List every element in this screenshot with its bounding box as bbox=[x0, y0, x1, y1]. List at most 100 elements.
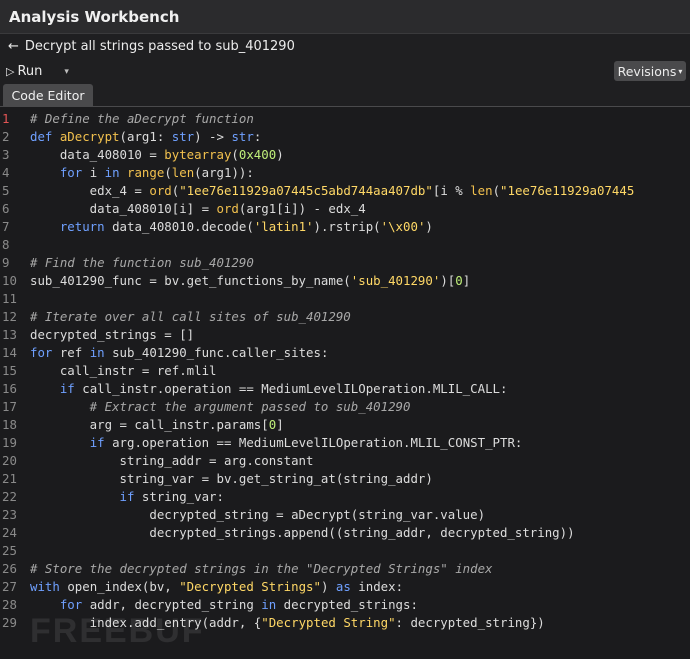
code-line: 10 sub_401290_func = bv.get_functions_by_… bbox=[0, 272, 690, 290]
code-token: edx_4 = bbox=[30, 183, 150, 198]
code-line: 19 if arg.operation == MediumLevelILOper… bbox=[0, 434, 690, 452]
code-text: data_408010[i] = ord(arg1[i]) - edx_4 bbox=[30, 200, 366, 218]
code-text: decrypted_strings = [] bbox=[30, 326, 194, 344]
code-token: index: bbox=[358, 579, 404, 594]
code-line: 24 decrypted_strings.append((string_addr… bbox=[0, 524, 690, 542]
code-token: return bbox=[59, 219, 113, 234]
line-number: 14 bbox=[2, 345, 17, 360]
code-token: decrypted_string = aDecrypt(string_var.v… bbox=[30, 507, 486, 522]
code-token: arg.operation == MediumLevelILOperation.… bbox=[112, 435, 523, 450]
line-number: 17 bbox=[2, 399, 17, 414]
run-options-dropdown-icon[interactable]: ▾ bbox=[64, 67, 69, 77]
code-token: call_instr = ref.mlil bbox=[30, 363, 217, 378]
code-line: 27 with open_index(bv, "Decrypted Strings… bbox=[0, 578, 690, 596]
code-text: call_instr = ref.mlil bbox=[30, 362, 217, 380]
code-token: in bbox=[104, 165, 127, 180]
code-token: (arg1: bbox=[119, 129, 172, 144]
line-number: 1 bbox=[2, 111, 10, 126]
code-token: in bbox=[261, 597, 284, 612]
code-line: 25 bbox=[0, 542, 690, 560]
code-token: def bbox=[30, 129, 60, 144]
code-token: ord bbox=[149, 183, 172, 198]
code-line: 9 # Find the function sub_401290 bbox=[0, 254, 690, 272]
line-number: 21 bbox=[2, 471, 17, 486]
code-text: for i in range(len(arg1)): bbox=[30, 164, 254, 182]
line-number: 15 bbox=[2, 363, 17, 378]
revisions-label: Revisions bbox=[617, 63, 677, 79]
run-button[interactable]: ▷ Run bbox=[6, 64, 42, 79]
code-token: "Decrypted String" bbox=[261, 615, 396, 630]
code-token: '\x00' bbox=[380, 219, 426, 234]
code-line: 23 decrypted_string = aDecrypt(string_va… bbox=[0, 506, 690, 524]
line-number: 4 bbox=[2, 165, 10, 180]
toolbar: ▷ Run ▾ Revisions ▾ bbox=[0, 59, 690, 84]
line-number: 9 bbox=[2, 255, 10, 270]
line-number: 18 bbox=[2, 417, 17, 432]
code-token: aDecrypt bbox=[59, 129, 120, 144]
code-line: 14 for ref in sub_401290_func.caller_site… bbox=[0, 344, 690, 362]
code-token: addr, decrypted_string bbox=[89, 597, 262, 612]
code-token: range bbox=[127, 165, 165, 180]
code-line: 17 # Extract the argument passed to sub_… bbox=[0, 398, 690, 416]
code-token: ) bbox=[320, 579, 336, 594]
code-token: # Define the aDecrypt function bbox=[30, 111, 254, 126]
tab-code-editor[interactable]: Code Editor bbox=[3, 84, 93, 106]
play-icon: ▷ bbox=[6, 65, 15, 78]
code-text: sub_401290_func = bv.get_functions_by_na… bbox=[30, 272, 470, 290]
code-token: decrypted_strings.append((string_addr, d… bbox=[30, 525, 575, 540]
code-token: decrypted_strings: bbox=[283, 597, 418, 612]
line-number: 27 bbox=[2, 579, 17, 594]
code-token: ) bbox=[276, 147, 284, 162]
line-number: 11 bbox=[2, 291, 17, 306]
code-token: with bbox=[30, 579, 68, 594]
code-line: 18 arg = call_instr.params[0] bbox=[0, 416, 690, 434]
back-arrow-icon[interactable]: ← bbox=[8, 39, 19, 54]
code-token: for bbox=[59, 597, 90, 612]
code-token: ( bbox=[164, 165, 172, 180]
code-token: if bbox=[89, 435, 113, 450]
code-line: 22 if string_var: bbox=[0, 488, 690, 506]
line-number: 2 bbox=[2, 129, 10, 144]
tab-bar: Code Editor bbox=[0, 84, 690, 107]
code-editor[interactable]: 1 # Define the aDecrypt function 2 def aDec… bbox=[0, 107, 690, 659]
code-token: i bbox=[89, 165, 105, 180]
code-line: 28 for addr, decrypted_string in decrypt… bbox=[0, 596, 690, 614]
code-token: ( bbox=[492, 183, 501, 198]
code-token: # Store the decrypted strings in the "De… bbox=[30, 561, 493, 576]
code-text: for addr, decrypted_string in decrypted_… bbox=[30, 596, 418, 614]
code-token: "Decrypted Strings" bbox=[179, 579, 321, 594]
code-text: if string_var: bbox=[30, 488, 224, 506]
code-line: 5 edx_4 = ord ("1ee76e11929a07445c5abd744… bbox=[0, 182, 690, 200]
code-line: 20 string_addr = arg.constant bbox=[0, 452, 690, 470]
code-token: for bbox=[59, 165, 90, 180]
code-line: 15 call_instr = ref.mlil bbox=[0, 362, 690, 380]
code-line: 21 string_var = bv.get_string_at(string_… bbox=[0, 470, 690, 488]
code-token: ( bbox=[231, 147, 239, 162]
line-number: 29 bbox=[2, 615, 17, 630]
window-titlebar: Analysis Workbench bbox=[0, 0, 690, 34]
code-token: sub_401290_func = bv.get_functions_by_na… bbox=[30, 273, 351, 288]
code-token: (arg1[i]) - edx_4 bbox=[238, 201, 366, 216]
line-number: 23 bbox=[2, 507, 17, 522]
code-token: arg = call_instr.params[ bbox=[30, 417, 269, 432]
line-number: 6 bbox=[2, 201, 10, 216]
code-line: 4 for i in range(len(arg1)): bbox=[0, 164, 690, 182]
revisions-dropdown[interactable]: Revisions ▾ bbox=[614, 61, 686, 81]
code-line: 6 data_408010[i] = ord(arg1[i]) - edx_4 bbox=[0, 200, 690, 218]
code-token: ).rstrip( bbox=[313, 219, 381, 234]
line-number: 25 bbox=[2, 543, 17, 558]
line-number: 19 bbox=[2, 435, 17, 450]
line-number: 13 bbox=[2, 327, 17, 342]
code-text: index.add_entry(addr, {"Decrypted String… bbox=[30, 614, 545, 632]
code-text: # Define the aDecrypt function bbox=[30, 110, 254, 128]
code-text: data_408010 = bytearray(0x400) bbox=[30, 146, 284, 164]
code-text: decrypted_string = aDecrypt(string_var.v… bbox=[30, 506, 485, 524]
code-token: index.add_entry(addr, { bbox=[30, 615, 262, 630]
code-token: decrypted_strings = [] bbox=[30, 327, 195, 342]
code-text: decrypted_strings.append((string_addr, d… bbox=[30, 524, 575, 542]
code-token: # Find the function sub_401290 bbox=[30, 255, 254, 270]
code-token: # Iterate over all call sites of sub_401… bbox=[30, 309, 351, 324]
code-token: for bbox=[30, 345, 60, 360]
code-text: with open_index(bv, "Decrypted Strings")… bbox=[30, 578, 403, 596]
